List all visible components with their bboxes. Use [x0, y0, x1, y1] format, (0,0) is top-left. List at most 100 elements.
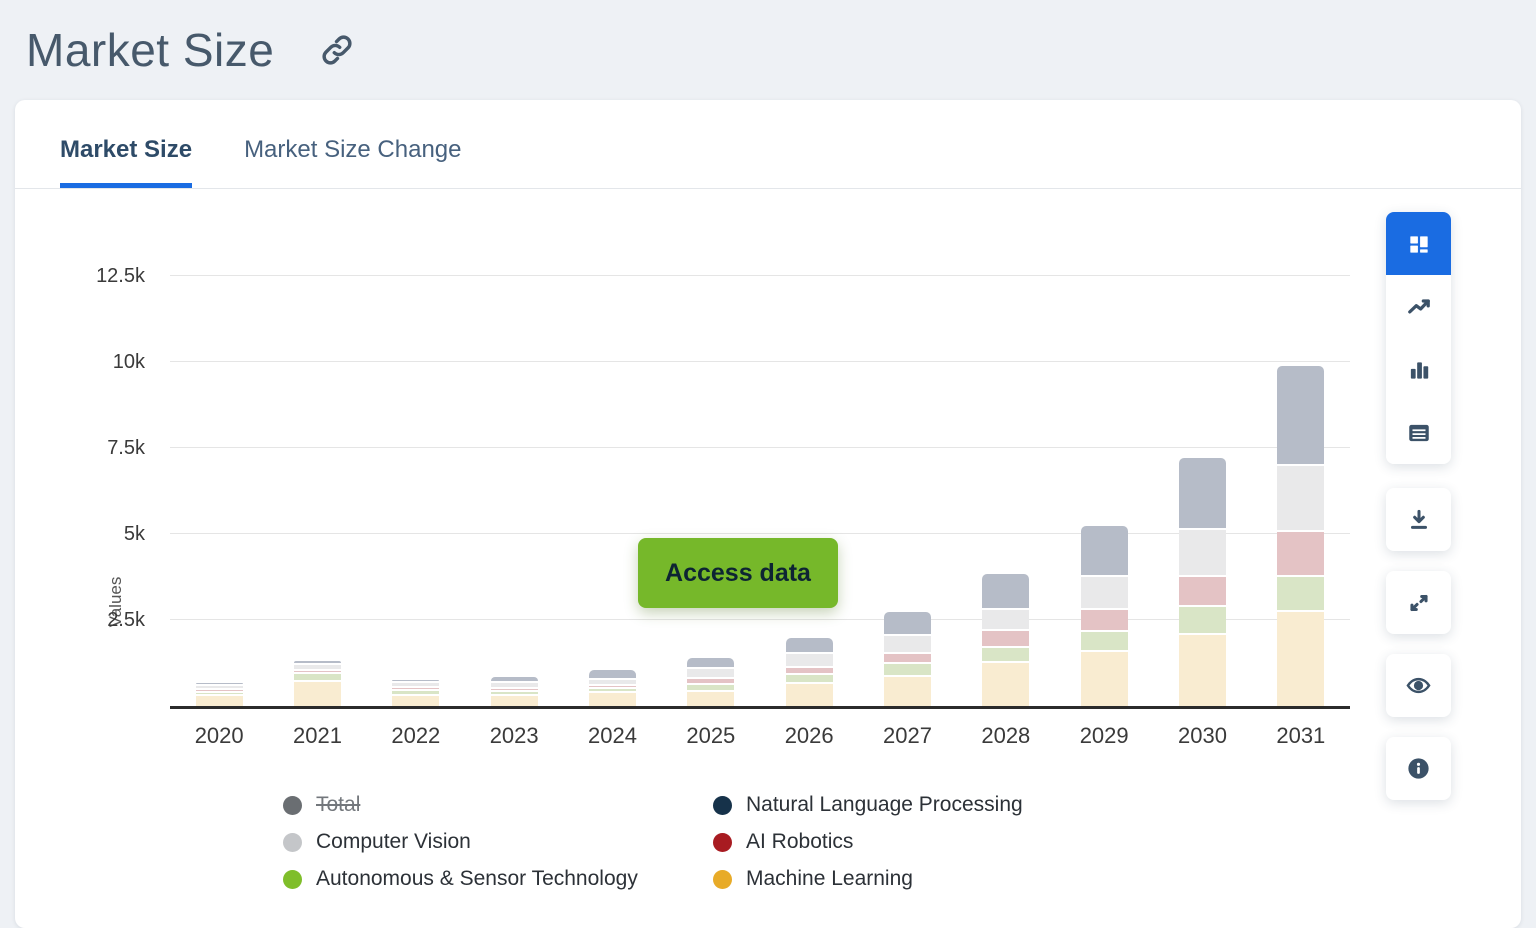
- bar-segment[interactable]: [884, 636, 931, 652]
- bar-segment[interactable]: [392, 683, 439, 685]
- bar-segment[interactable]: [687, 679, 734, 683]
- bar-2028[interactable]: [982, 574, 1029, 706]
- bar-segment[interactable]: [196, 683, 243, 684]
- table-view-button[interactable]: [1386, 401, 1451, 464]
- legend-item[interactable]: AI Robotics: [713, 830, 1023, 854]
- access-data-button[interactable]: Access data: [638, 538, 838, 608]
- bar-segment[interactable]: [294, 661, 341, 663]
- tab-market-size-change[interactable]: Market Size Change: [244, 136, 461, 188]
- bar-segment[interactable]: [786, 654, 833, 666]
- gridline: [170, 275, 1350, 276]
- bar-segment[interactable]: [392, 688, 439, 689]
- bar-segment[interactable]: [392, 680, 439, 681]
- bar-segment[interactable]: [1081, 632, 1128, 650]
- bar-2024[interactable]: [589, 670, 636, 706]
- bar-segment[interactable]: [687, 658, 734, 667]
- bar-segment[interactable]: [491, 692, 538, 694]
- legend-item[interactable]: Computer Vision: [283, 830, 713, 854]
- bar-segment[interactable]: [491, 689, 538, 690]
- download-button[interactable]: [1386, 488, 1451, 551]
- bar-segment[interactable]: [982, 648, 1029, 661]
- bar-segment[interactable]: [1179, 530, 1226, 575]
- bar-segment[interactable]: [392, 696, 439, 706]
- bar-segment[interactable]: [1179, 635, 1226, 706]
- fullscreen-button[interactable]: [1386, 571, 1451, 634]
- bar-segment[interactable]: [392, 691, 439, 694]
- visibility-button[interactable]: [1386, 654, 1451, 717]
- bar-2020[interactable]: [196, 683, 243, 706]
- bar-2027[interactable]: [884, 612, 931, 706]
- y-tick-label: 12.5k: [50, 265, 145, 288]
- bar-segment[interactable]: [491, 683, 538, 686]
- link-icon[interactable]: [319, 32, 355, 68]
- bar-segment[interactable]: [196, 696, 243, 706]
- bar-segment[interactable]: [687, 669, 734, 677]
- bar-segment[interactable]: [294, 671, 341, 672]
- legend-dot-icon: [283, 833, 302, 852]
- bar-segment[interactable]: [1277, 577, 1324, 609]
- bar-segment[interactable]: [196, 686, 243, 687]
- bar-segment[interactable]: [589, 680, 636, 683]
- bar-segment[interactable]: [1277, 612, 1324, 706]
- bar-segment[interactable]: [786, 668, 833, 673]
- bar-segment[interactable]: [1277, 366, 1324, 464]
- bar-segment[interactable]: [982, 631, 1029, 646]
- bar-segment[interactable]: [196, 690, 243, 691]
- bar-2026[interactable]: [786, 638, 833, 706]
- bar-2031[interactable]: [1277, 366, 1324, 706]
- bar-chart-button[interactable]: [1386, 338, 1451, 401]
- bar-segment[interactable]: [589, 670, 636, 678]
- bar-segment[interactable]: [1277, 466, 1324, 531]
- bar-segment[interactable]: [786, 638, 833, 652]
- gridline: [170, 361, 1350, 362]
- bar-segment[interactable]: [786, 684, 833, 706]
- legend-dot-icon: [713, 833, 732, 852]
- bar-segment[interactable]: [687, 685, 734, 690]
- bar-2025[interactable]: [687, 658, 734, 706]
- bar-segment[interactable]: [589, 689, 636, 691]
- bar-2021[interactable]: [294, 661, 341, 706]
- bar-segment[interactable]: [884, 654, 931, 662]
- bar-2029[interactable]: [1081, 526, 1128, 706]
- bar-segment[interactable]: [1081, 526, 1128, 575]
- bar-segment[interactable]: [1179, 577, 1226, 605]
- bar-2023[interactable]: [491, 677, 538, 706]
- bar-segment[interactable]: [589, 693, 636, 706]
- line-chart-button[interactable]: [1386, 275, 1451, 338]
- bar-segment[interactable]: [1081, 652, 1128, 706]
- bar-segment[interactable]: [1081, 610, 1128, 630]
- bar-segment[interactable]: [294, 665, 341, 669]
- bar-segment[interactable]: [884, 612, 931, 634]
- bar-segment[interactable]: [982, 610, 1029, 629]
- bar-segment[interactable]: [982, 574, 1029, 608]
- x-tick-label: 2026: [760, 723, 858, 749]
- gridline: [170, 619, 1350, 620]
- bar-segment[interactable]: [1081, 577, 1128, 608]
- bar-segment[interactable]: [687, 692, 734, 706]
- bar-segment[interactable]: [1179, 458, 1226, 528]
- legend-item[interactable]: Machine Learning: [713, 867, 1023, 891]
- bar-segment[interactable]: [589, 686, 636, 687]
- bar-segment[interactable]: [786, 675, 833, 682]
- legend-item[interactable]: Autonomous & Sensor Technology: [283, 867, 713, 891]
- info-button[interactable]: [1386, 737, 1451, 800]
- tabbar: Market Size Market Size Change: [15, 100, 1521, 189]
- legend-item[interactable]: Natural Language Processing: [713, 793, 1023, 817]
- chart-toolbar: [1386, 212, 1451, 820]
- bar-2022[interactable]: [392, 680, 439, 706]
- bar-segment[interactable]: [294, 682, 341, 706]
- bar-2030[interactable]: [1179, 458, 1226, 706]
- bar-segment[interactable]: [294, 674, 341, 680]
- tab-market-size[interactable]: Market Size: [60, 136, 192, 188]
- bar-segment[interactable]: [884, 677, 931, 706]
- bar-segment[interactable]: [196, 693, 243, 694]
- dashboard-view-button[interactable]: [1386, 212, 1451, 275]
- bar-segment[interactable]: [982, 663, 1029, 706]
- chart-plot: Values 2.5k5k7.5k10k12.5k202020212022202…: [170, 220, 1350, 709]
- bar-segment[interactable]: [1179, 607, 1226, 633]
- legend-item[interactable]: Total: [283, 793, 713, 817]
- bar-segment[interactable]: [491, 677, 538, 681]
- bar-segment[interactable]: [1277, 532, 1324, 575]
- bar-segment[interactable]: [491, 696, 538, 706]
- bar-segment[interactable]: [884, 664, 931, 675]
